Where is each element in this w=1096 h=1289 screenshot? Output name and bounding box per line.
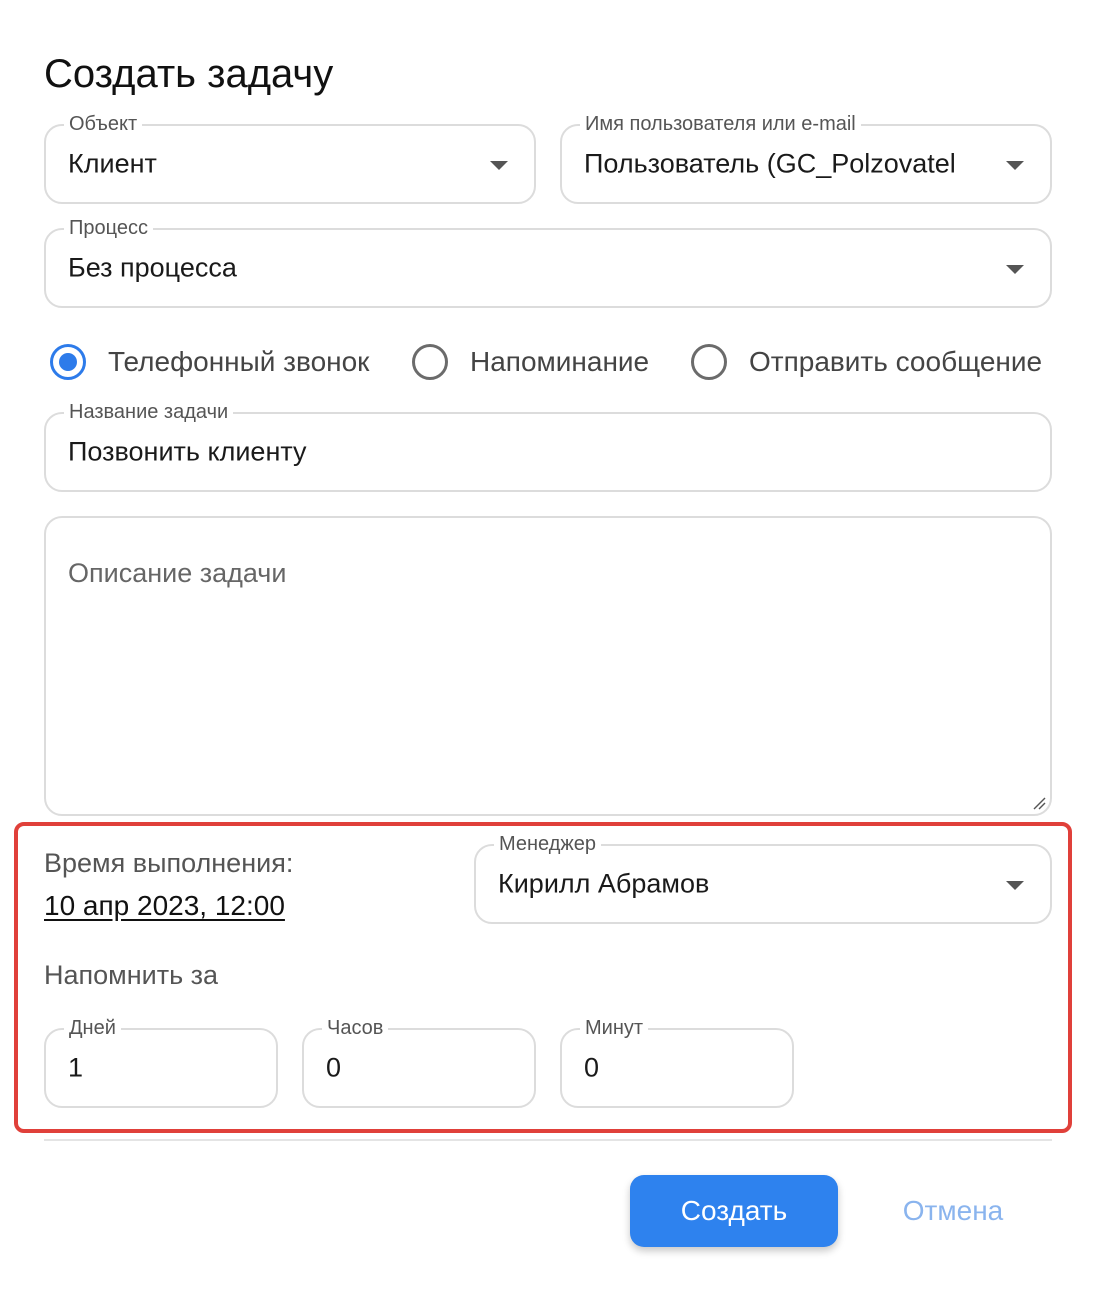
manager-select[interactable]: Менеджер Кирилл Абрамов [474, 832, 1052, 924]
footer-divider [44, 1139, 1052, 1141]
remind-days-value: 1 [68, 1052, 84, 1083]
radio-reminder[interactable]: Напоминание [412, 340, 649, 384]
task-type-group: Телефонный звонок Напоминание Отправить … [44, 340, 1054, 384]
radio-phone-call[interactable]: Телефонный звонок [50, 340, 369, 384]
radio-unchecked-icon [691, 344, 727, 380]
remind-hours-label: Часов [322, 1016, 389, 1040]
manager-select-value: Кирилл Абрамов [498, 868, 710, 899]
task-description-placeholder: Описание задачи [68, 558, 287, 588]
cancel-button[interactable]: Отмена [888, 1175, 1018, 1247]
remind-minutes-input[interactable]: Минут 0 [560, 1016, 794, 1108]
chevron-down-icon [1006, 881, 1024, 890]
radio-send-message[interactable]: Отправить сообщение [691, 340, 1042, 384]
create-button[interactable]: Создать [630, 1175, 838, 1247]
task-name-value: Позвонить клиенту [68, 436, 307, 467]
task-name-input[interactable]: Название задачи Позвонить клиенту [44, 400, 1052, 492]
radio-send-message-label: Отправить сообщение [749, 346, 1043, 377]
resize-handle-icon[interactable] [1032, 796, 1046, 810]
remind-hours-value: 0 [326, 1052, 342, 1083]
object-select-value: Клиент [68, 148, 157, 179]
user-select-label: Имя пользователя или e-mail [580, 112, 861, 136]
radio-phone-call-label: Телефонный звонок [108, 346, 370, 377]
process-select[interactable]: Процесс Без процесса [44, 216, 1052, 308]
object-select-label: Объект [64, 112, 143, 136]
remind-hours-input[interactable]: Часов 0 [302, 1016, 536, 1108]
user-select[interactable]: Имя пользователя или e-mail Пользователь… [560, 112, 1052, 204]
remind-minutes-label: Минут [580, 1016, 649, 1040]
remind-minutes-value: 0 [584, 1052, 600, 1083]
task-name-label: Название задачи [64, 400, 234, 424]
chevron-down-icon [1006, 161, 1024, 170]
radio-reminder-label: Напоминание [470, 346, 650, 377]
task-description-textarea[interactable]: Описание задачи [44, 516, 1052, 816]
process-select-label: Процесс [64, 216, 153, 240]
chevron-down-icon [1006, 265, 1024, 274]
process-select-value: Без процесса [68, 252, 237, 283]
manager-select-label: Менеджер [494, 832, 602, 856]
remind-label: Напомнить за [44, 960, 219, 990]
chevron-down-icon [490, 161, 508, 170]
radio-unchecked-icon [412, 344, 448, 380]
object-select[interactable]: Объект Клиент [44, 112, 536, 204]
user-select-value: Пользователь (GC_Polzovatel [584, 148, 956, 179]
page-title: Создать задачу [44, 52, 334, 96]
execution-time-label: Время выполнения: [44, 848, 294, 878]
execution-time-link[interactable]: 10 апр 2023, 12:00 [44, 890, 285, 922]
radio-checked-icon [50, 344, 86, 380]
remind-days-label: Дней [64, 1016, 121, 1040]
remind-days-input[interactable]: Дней 1 [44, 1016, 278, 1108]
